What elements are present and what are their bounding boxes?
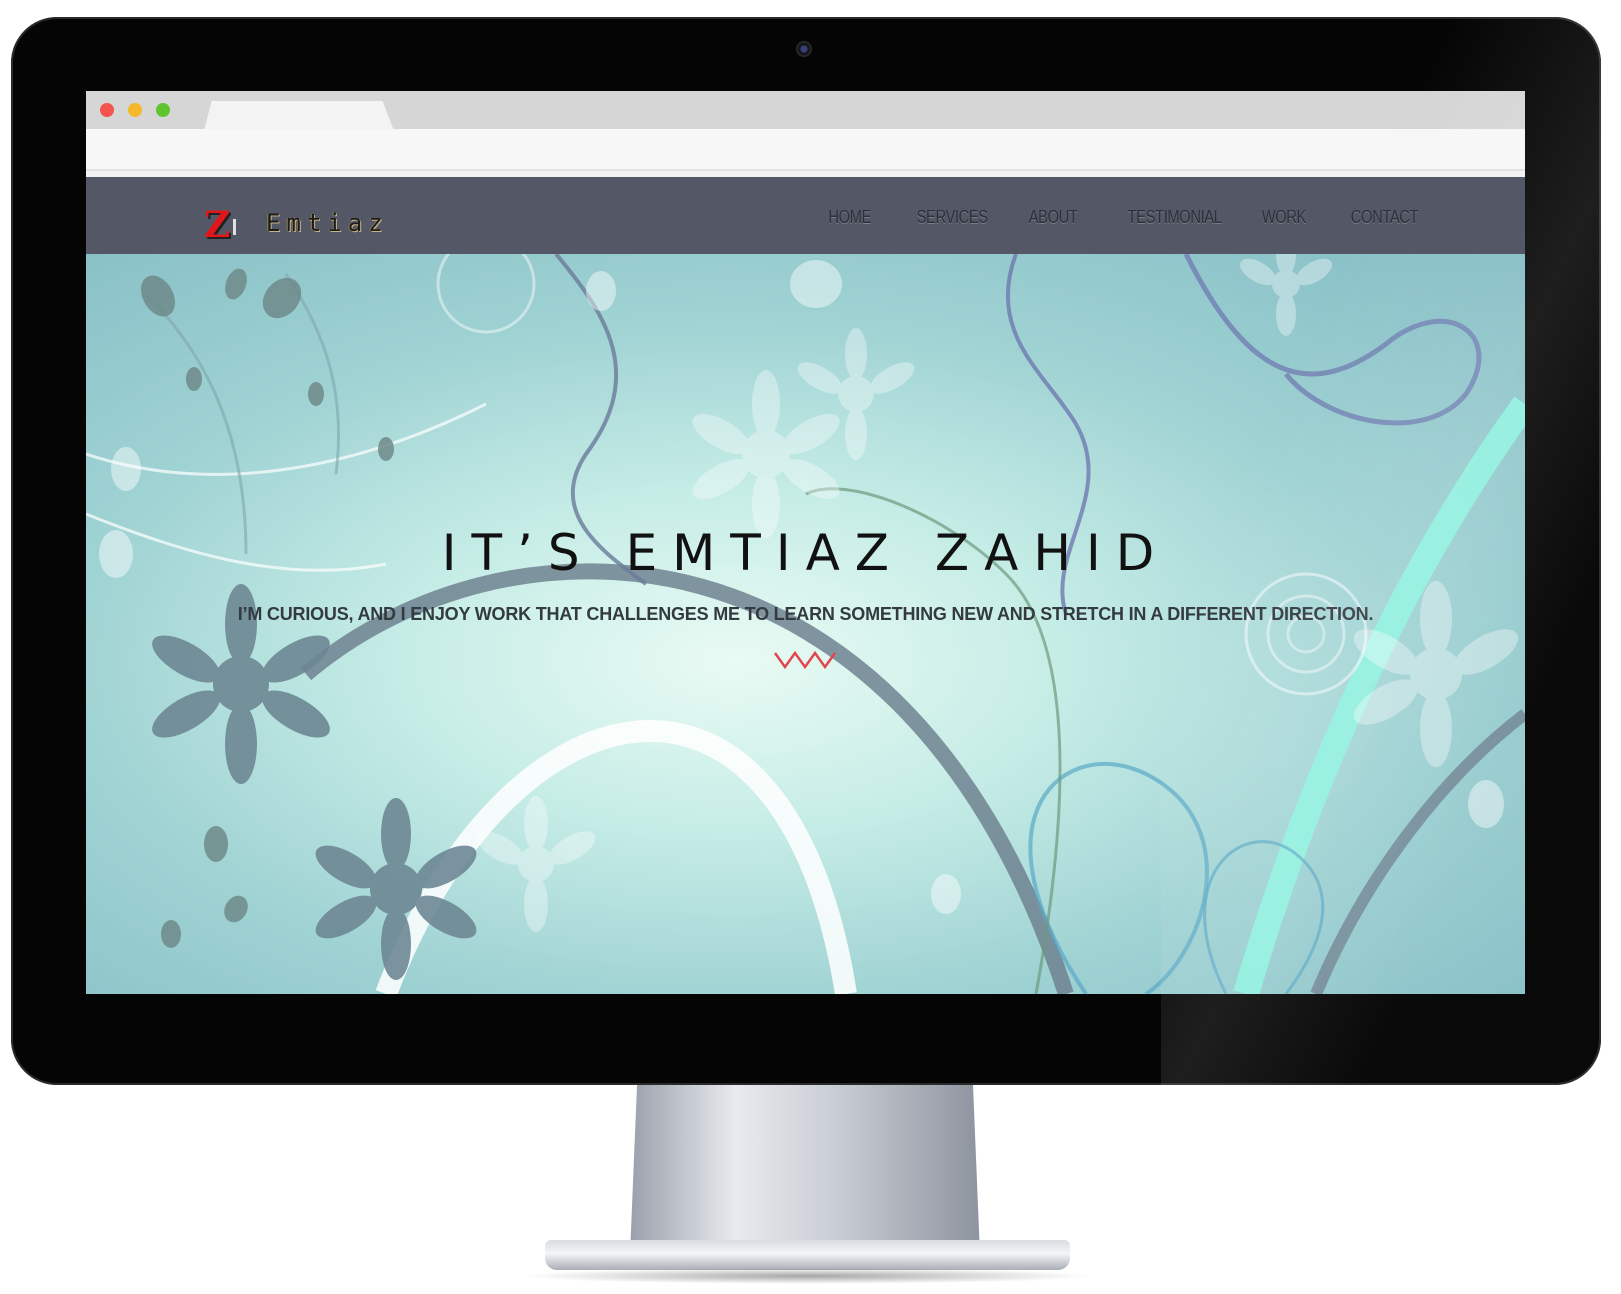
logo-divider <box>233 219 236 235</box>
monitor-stand <box>630 1085 980 1255</box>
logo-mark: Z <box>204 204 231 246</box>
hero-title: IT’S EMTIAZ ZAHID <box>441 524 1170 582</box>
website: Z Emtiaz HOME SERVICES ABOUT TESTIMONIAL… <box>86 177 1525 994</box>
zigzag-icon <box>773 650 837 670</box>
stand-shadow <box>520 1268 1095 1284</box>
nav-services[interactable]: SERVICES <box>917 207 989 228</box>
nav-home[interactable]: HOME <box>828 207 871 228</box>
monitor-base <box>545 1240 1070 1270</box>
navbar: Z Emtiaz HOME SERVICES ABOUT TESTIMONIAL… <box>86 177 1525 254</box>
nav-menu: HOME SERVICES ABOUT TESTIMONIAL WORK CON… <box>789 207 1418 228</box>
browser-toolbar <box>86 129 1525 171</box>
hero-section: IT’S EMTIAZ ZAHID I’M CURIOUS, AND I ENJ… <box>86 254 1525 994</box>
close-window-icon[interactable] <box>100 103 114 117</box>
maximize-window-icon[interactable] <box>156 103 170 117</box>
minimize-window-icon[interactable] <box>128 103 142 117</box>
logo-text: Emtiaz <box>266 209 389 237</box>
webcam-icon <box>796 41 812 57</box>
hero-subtitle: I’M CURIOUS, AND I ENJOY WORK THAT CHALL… <box>237 604 1374 624</box>
browser-tab[interactable] <box>204 101 394 131</box>
nav-work[interactable]: WORK <box>1262 207 1307 228</box>
nav-testimonial[interactable]: TESTIMONIAL <box>1128 207 1222 228</box>
nav-contact[interactable]: CONTACT <box>1351 207 1419 228</box>
browser-tab-bar <box>86 91 1525 131</box>
nav-about[interactable]: ABOUT <box>1029 207 1078 228</box>
screen: Z Emtiaz HOME SERVICES ABOUT TESTIMONIAL… <box>86 91 1525 994</box>
